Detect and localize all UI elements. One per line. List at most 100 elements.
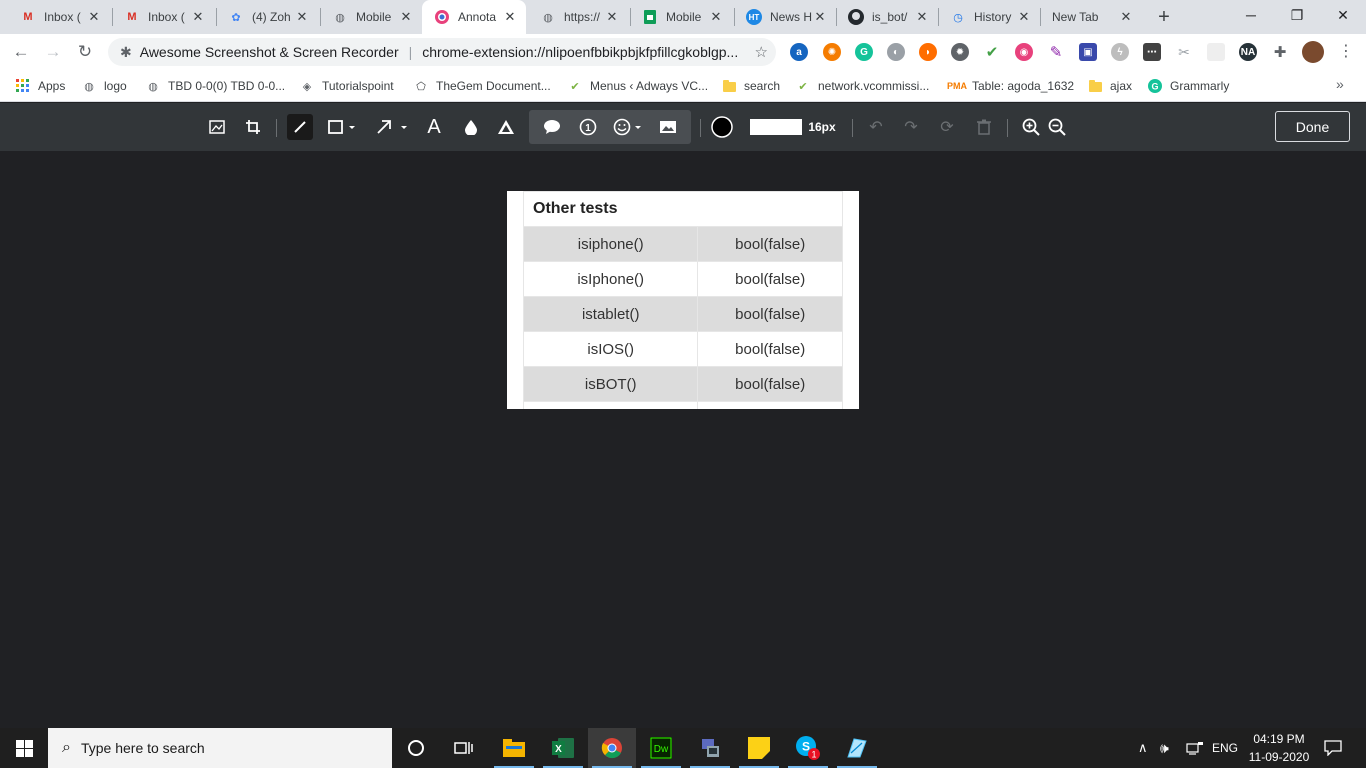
reset-icon[interactable]: ⟳ xyxy=(934,114,960,140)
bookmark-grammarly[interactable]: G Grammarly xyxy=(1148,76,1229,96)
extension-bolt-icon[interactable]: ϟ xyxy=(1111,43,1129,61)
cortana-icon[interactable] xyxy=(392,728,440,768)
chevron-double-right-icon[interactable]: » xyxy=(1336,76,1344,92)
new-tab-icon[interactable]: + xyxy=(1152,5,1176,29)
omnibox[interactable]: ✱ Awesome Screenshot & Screen Recorder |… xyxy=(108,38,776,66)
close-icon[interactable]: ✕ xyxy=(398,9,414,25)
extension-feather-icon[interactable]: ✎ xyxy=(1047,43,1065,61)
tab-mobile-sheet[interactable]: Mobile ✕ xyxy=(630,0,732,34)
speech-bubble-icon[interactable] xyxy=(539,114,565,140)
close-icon[interactable]: ✕ xyxy=(812,9,828,25)
tab-history[interactable]: ◷ History ✕ xyxy=(938,0,1040,34)
bookmark-menus[interactable]: ✔ Menus ‹ Adways VC... xyxy=(568,76,708,96)
extension-monitor-icon[interactable]: ▣ xyxy=(1079,43,1097,61)
back-icon[interactable]: ← xyxy=(8,39,34,65)
volume-icon[interactable]: 🕪 xyxy=(1160,728,1169,768)
arrow-icon[interactable] xyxy=(373,114,411,140)
bookmark-search[interactable]: search xyxy=(722,76,780,96)
language-indicator[interactable]: ENG xyxy=(1212,728,1238,768)
close-icon[interactable]: ✕ xyxy=(294,9,310,25)
sticky-notes-icon[interactable] xyxy=(735,728,783,768)
skype-icon[interactable]: S1 xyxy=(784,728,832,768)
awesome-screenshot-ext-icon[interactable]: ◉ xyxy=(1015,43,1033,61)
extension-check-icon[interactable]: ✔ xyxy=(983,43,1001,61)
window-close-icon[interactable]: ✕ xyxy=(1320,0,1366,30)
bookmark-thegem[interactable]: ⬠ TheGem Document... xyxy=(414,76,551,96)
network-app-icon[interactable] xyxy=(686,728,734,768)
bookmark-table-agoda[interactable]: PMA Table: agoda_1632 xyxy=(947,76,1074,96)
done-button[interactable]: Done xyxy=(1275,111,1350,142)
stroke-width-swatch[interactable] xyxy=(750,119,802,135)
close-icon[interactable]: ✕ xyxy=(1016,9,1032,25)
captured-screenshot[interactable]: Other tests isiphone() bool(false) isIph… xyxy=(507,191,859,409)
extension-flame-icon[interactable]: ◗ xyxy=(919,43,937,61)
blur-drop-icon[interactable] xyxy=(458,114,484,140)
undo-icon[interactable]: ↶ xyxy=(863,114,889,140)
minimize-icon[interactable]: ─ xyxy=(1228,0,1274,30)
bookmark-tbd[interactable]: ◍ TBD 0-0(0) TBD 0-0... xyxy=(146,76,285,96)
pen-icon[interactable] xyxy=(287,114,313,140)
menu-dots-icon[interactable]: ⋮ xyxy=(1336,42,1356,62)
tab-inbox-2[interactable]: M Inbox ( ✕ xyxy=(112,0,214,34)
zoom-in-icon[interactable] xyxy=(1018,114,1044,140)
close-icon[interactable]: ✕ xyxy=(502,9,518,25)
task-view-icon[interactable] xyxy=(440,728,488,768)
restore-icon[interactable]: ❐ xyxy=(1274,0,1320,30)
tab-https[interactable]: ◍ https:// ✕ xyxy=(528,0,628,34)
avatar[interactable] xyxy=(1302,41,1324,63)
bookmark-network[interactable]: ✔ network.vcommissi... xyxy=(796,76,929,96)
close-icon[interactable]: ✕ xyxy=(914,9,930,25)
extension-grey-icon[interactable]: ◐ xyxy=(887,43,905,61)
highlight-icon[interactable] xyxy=(493,114,519,140)
emoji-icon[interactable] xyxy=(611,114,645,140)
excel-icon[interactable]: X xyxy=(539,728,587,768)
snipping-tool-icon[interactable] xyxy=(833,728,881,768)
close-icon[interactable]: ✕ xyxy=(604,9,620,25)
grammarly-ext-icon[interactable]: G xyxy=(855,43,873,61)
trash-icon[interactable] xyxy=(971,114,997,140)
extension-blank-icon[interactable] xyxy=(1207,43,1225,61)
close-icon[interactable]: ✕ xyxy=(86,9,102,25)
zoom-out-icon[interactable] xyxy=(1044,114,1070,140)
extension-a-icon[interactable]: a xyxy=(790,43,808,61)
extension-scissor-icon[interactable]: ✂ xyxy=(1175,43,1193,61)
step-number-icon[interactable]: 1 xyxy=(575,114,601,140)
notifications-icon[interactable] xyxy=(1324,728,1342,768)
windows-start-icon[interactable] xyxy=(0,728,48,768)
close-icon[interactable]: ✕ xyxy=(1118,9,1134,25)
chrome-icon[interactable] xyxy=(588,728,636,768)
bookmark-tutorialspoint[interactable]: ◈ Tutorialspoint xyxy=(300,76,394,96)
extension-dots-icon[interactable]: ⋯ xyxy=(1143,43,1161,61)
bookmark-apps[interactable]: Apps xyxy=(16,76,65,96)
file-explorer-icon[interactable] xyxy=(490,728,538,768)
close-icon[interactable]: ✕ xyxy=(708,9,724,25)
redo-icon[interactable]: ↷ xyxy=(898,114,924,140)
tab-annotate[interactable]: Annota ✕ xyxy=(422,0,526,34)
forward-icon[interactable]: → xyxy=(40,39,66,65)
extension-gear-icon[interactable]: ✹ xyxy=(951,43,969,61)
bookmark-logo[interactable]: ◍ logo xyxy=(82,76,127,96)
clock[interactable]: 04:19 PM 11-09-2020 xyxy=(1244,730,1314,766)
bookmark-ajax[interactable]: ajax xyxy=(1088,76,1132,96)
bookmark-star-icon[interactable]: ☆ xyxy=(755,43,768,61)
tab-zoho[interactable]: ✿ (4) Zoh ✕ xyxy=(216,0,318,34)
network-icon[interactable] xyxy=(1186,728,1204,768)
tray-chevron-up-icon[interactable]: ∧ xyxy=(1138,728,1148,768)
taskbar-search-box[interactable]: ⌕ Type here to search xyxy=(48,728,392,768)
tab-news[interactable]: HT News H ✕ xyxy=(734,0,836,34)
tab-github[interactable]: is_bot/ ✕ xyxy=(836,0,938,34)
tab-newtab[interactable]: New Tab ✕ xyxy=(1040,0,1142,34)
close-icon[interactable]: ✕ xyxy=(190,9,206,25)
reload-icon[interactable]: ↻ xyxy=(72,39,98,65)
crop-icon[interactable] xyxy=(240,114,266,140)
color-picker[interactable] xyxy=(709,114,735,140)
extension-orange-icon[interactable]: ✺ xyxy=(823,43,841,61)
extensions-puzzle-icon[interactable]: ✚ xyxy=(1271,43,1289,61)
extension-na-icon[interactable]: NA xyxy=(1239,43,1257,61)
rectangle-icon[interactable] xyxy=(323,114,361,140)
tab-mobile[interactable]: ◍ Mobile ✕ xyxy=(320,0,422,34)
image-icon[interactable] xyxy=(655,114,681,140)
dreamweaver-icon[interactable]: Dw xyxy=(637,728,685,768)
canvas-size-icon[interactable] xyxy=(204,114,230,140)
tab-inbox-1[interactable]: M Inbox ( ✕ xyxy=(8,0,110,34)
